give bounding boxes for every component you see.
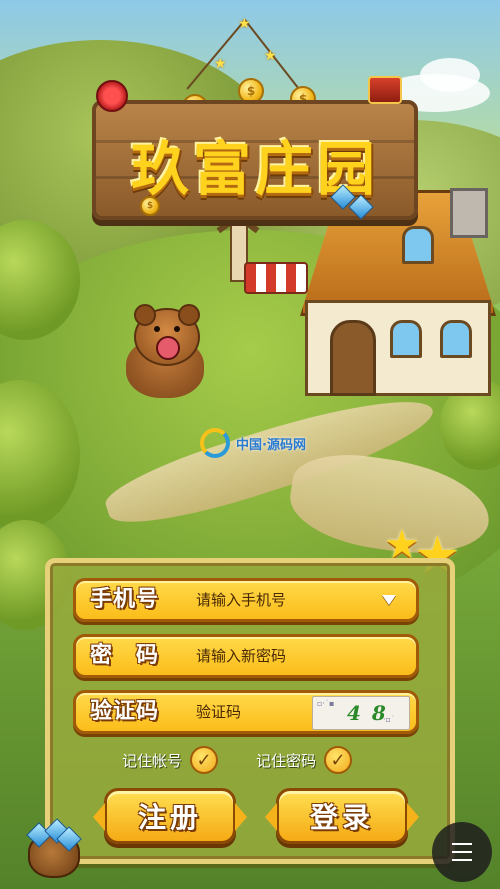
remember-password[interactable]: 记住密码 ✓ <box>256 746 353 774</box>
menu-icon <box>452 843 472 861</box>
star-icon: ★ <box>238 16 251 32</box>
star-icon: ★ <box>264 48 277 64</box>
captcha-label: 验证码 <box>90 699 160 724</box>
house-door <box>330 320 376 396</box>
captcha-input[interactable] <box>196 693 306 731</box>
check-icon[interactable]: ✓ <box>190 746 219 774</box>
rose-icon <box>96 80 128 112</box>
captcha-image[interactable]: ▫·˙▪ ·▫˙ 4 8 0 <box>312 696 410 730</box>
chevron-down-icon[interactable] <box>382 595 396 605</box>
star-icon: ★ <box>214 56 227 72</box>
watermark-logo-icon <box>200 428 230 458</box>
house-window <box>390 320 422 358</box>
coin-icon: $ <box>140 196 160 216</box>
app-title: 玖富庄园 <box>130 135 379 203</box>
check-icon[interactable]: ✓ <box>324 746 353 774</box>
phone-label: 手机号 <box>90 587 160 612</box>
menu-button[interactable] <box>432 822 492 882</box>
chimney <box>450 188 488 238</box>
watermark: 中国·源码网 <box>200 428 306 458</box>
password-label: 密 码 <box>90 643 160 668</box>
phone-field[interactable]: 手机号 <box>73 578 419 622</box>
login-button[interactable]: 登录 <box>265 788 419 844</box>
password-field[interactable]: 密 码 <box>73 634 419 678</box>
password-input[interactable] <box>196 637 386 675</box>
shop-awning <box>244 262 308 294</box>
phone-input[interactable] <box>196 581 386 619</box>
treasure-chest-icon <box>368 76 402 104</box>
house-window <box>402 226 434 264</box>
gem-bag-icon <box>20 818 82 878</box>
cloud <box>420 58 480 92</box>
register-button[interactable]: 注册 <box>93 788 247 844</box>
remember-account-label: 记住帐号 <box>122 751 183 770</box>
remember-account[interactable]: 记住帐号 ✓ <box>122 746 219 774</box>
watermark-text: 中国·源码网 <box>236 437 306 453</box>
bear-mascot <box>120 304 210 398</box>
remember-password-label: 记住密码 <box>256 751 317 770</box>
captcha-field[interactable]: 验证码 ▫·˙▪ ·▫˙ 4 8 0 <box>73 690 419 734</box>
captcha-code: 4 8 0 <box>347 701 388 729</box>
house-window <box>440 320 472 358</box>
